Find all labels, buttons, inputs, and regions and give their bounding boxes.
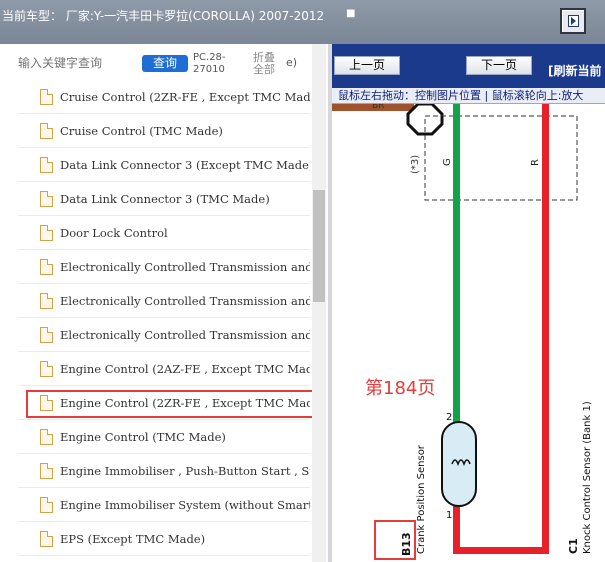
list-item-label: Data Link Connector 3 (TMC Made) [60,192,270,206]
list-item-label: Engine Control (TMC Made) [60,430,226,444]
selection-highlight-box [26,390,320,418]
list-item-label: EPS (Except TMC Made) [60,532,206,546]
list-item-label: Electronically Controlled Transmission a… [60,328,310,342]
wire-br-label: BR [372,104,384,111]
knock-sensor-name: Knock Control Sensor (Bank 1) [582,401,593,554]
list-item[interactable]: Electronically Controlled Transmission a… [18,250,310,284]
wire-red [542,104,549,554]
page-number-label: 第184页 [365,378,436,399]
document-icon [40,225,53,241]
document-icon [40,259,53,275]
wire-r-label: R [530,159,541,166]
list-item[interactable]: Cruise Control (2ZR-FE , Except TMC Made… [18,80,310,114]
catalog-panel: 查询 PC.28-27010 折叠全部 e) Cruise Control (2… [0,44,328,562]
collapse-all-button[interactable]: 折叠全部 [253,52,281,76]
knock-sensor-code: C1 [567,538,580,554]
wire-red-bottom [453,547,549,554]
document-icon [40,123,53,139]
hint-bar: 鼠标左右拖动：控制图片位置 | 鼠标滚轮向上:放大 [332,88,605,104]
toggle-panel-button[interactable] [560,8,586,34]
next-page-button[interactable]: 下一页 [466,56,532,75]
query-button[interactable]: 查询 [142,55,188,72]
shield-box [424,115,578,201]
scrollbar-thumb[interactable] [313,190,325,302]
document-icon [40,497,53,513]
list-item[interactable]: Engine Control (TMC Made) [18,420,310,454]
list-item-label: Electronically Controlled Transmission a… [60,260,310,274]
wire-green [453,104,460,426]
window-title: 当前车型： 厂家:Y-一汽丰田卡罗拉(COROLLA) 2007-2012 [2,9,325,23]
list-item-label: Engine Immobiliser System (without Smart… [60,498,310,512]
diagram-viewer: 上一页 下一页 [刷新当前 鼠标左右拖动：控制图片位置 | 鼠标滚轮向上:放大 … [332,44,605,562]
circuit-list: Cruise Control (2ZR-FE , Except TMC Made… [18,80,310,562]
crank-sensor-name: Crank Position Sensor [416,444,427,554]
search-input[interactable] [18,56,138,70]
list-item-label: Data Link Connector 3 (Except TMC Made) [60,158,310,172]
document-icon [40,531,53,547]
list-item-label: Electronically Controlled Transmission a… [60,294,310,308]
list-item[interactable]: Engine Immobiliser , Push-Button Start ,… [18,454,310,488]
list-item[interactable]: EPS (Except TMC Made) [18,522,310,556]
document-icon [40,89,53,105]
list-item[interactable]: Data Link Connector 3 (Except TMC Made) [18,148,310,182]
wire-red-lower [453,500,460,554]
crank-sensor-code: B13 [400,532,413,556]
prev-page-button[interactable]: 上一页 [334,56,400,75]
list-item[interactable]: Engine Immobiliser System (without Smart… [18,488,310,522]
document-icon [40,463,53,479]
list-item[interactable]: Cruise Control (TMC Made) [18,114,310,148]
wire-g-label: G [442,158,453,166]
list-item[interactable]: Data Link Connector 3 (TMC Made) [18,182,310,216]
search-bar: 查询 PC.28-27010 折叠全部 e) [0,44,328,84]
list-item-label: Door Lock Control [60,226,168,240]
pin-2-label: 2 [446,412,452,423]
list-item-label: Engine Control (2AZ-FE , Except TMC Made… [60,362,310,376]
arrow-right-icon [571,17,576,25]
document-icon [40,429,53,445]
truncated-label: e) [286,56,298,69]
list-item[interactable]: Electronically Controlled Transmission a… [18,318,310,352]
refresh-link[interactable]: [刷新当前 [548,62,602,79]
document-icon [40,157,53,173]
list-item-label: Cruise Control (TMC Made) [60,124,223,138]
list-item[interactable]: Door Lock Control [18,216,310,250]
pc-code-label: PC.28-27010 [193,52,226,75]
document-icon [40,191,53,207]
document-icon [40,327,53,343]
title-dot: ■ [346,8,356,19]
pin-1-label: 1 [446,510,452,521]
scrollbar-track[interactable] [312,44,326,562]
title-bar: 当前车型： 厂家:Y-一汽丰田卡罗拉(COROLLA) 2007-2012 ■ [0,0,605,44]
viewer-toolbar: 上一页 下一页 [刷新当前 [332,44,605,88]
wiring-diagram[interactable]: BR (*3) G R 2 1 Crank Position Sensor B1… [332,104,605,562]
list-item-label: Engine Immobiliser , Push-Button Start ,… [60,464,310,478]
document-icon [40,361,53,377]
list-item[interactable]: Engine Control (2AZ-FE , Except TMC Made… [18,352,310,386]
crank-sensor-body [441,421,477,507]
document-icon [40,293,53,309]
list-item-label: Cruise Control (2ZR-FE , Except TMC Made… [60,90,310,104]
list-item[interactable]: Electronically Controlled Transmission a… [18,284,310,318]
note-label: (*3) [410,155,421,174]
